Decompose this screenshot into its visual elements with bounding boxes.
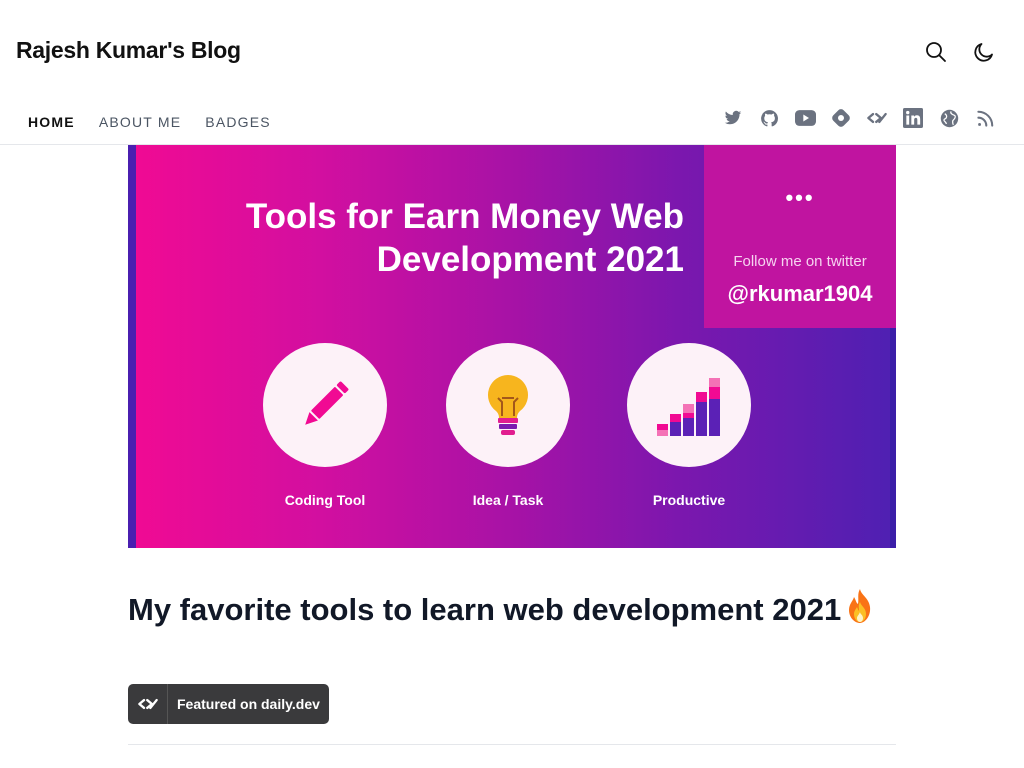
site-header: Rajesh Kumar's Blog HOME ABOUT ME BADGES: [0, 0, 1024, 145]
main-nav: HOME ABOUT ME BADGES: [28, 114, 271, 130]
productive-circle: [627, 343, 751, 467]
pencil-icon: [305, 381, 349, 425]
coding-tool-label: Coding Tool: [284, 492, 366, 508]
badge-label: Featured on daily.dev: [177, 696, 320, 712]
cover-title-line-1: Tools for Earn Money Web: [245, 197, 684, 236]
divider: [128, 744, 896, 745]
theme-toggle-button[interactable]: [966, 34, 1002, 70]
dailydev-icon: [867, 112, 887, 124]
github-icon: [760, 109, 778, 126]
follow-text: Follow me on twitter: [733, 253, 867, 270]
bar-growth-icon: [657, 378, 720, 436]
twitter-callout: ••• Follow me on twitter @rkumar1904: [704, 145, 896, 328]
search-button[interactable]: [918, 34, 954, 70]
rss-icon: [976, 110, 993, 127]
social-links: [722, 107, 996, 129]
post-title-text: My favorite tools to learn web developme…: [128, 592, 842, 627]
youtube-link[interactable]: [794, 107, 816, 129]
search-icon: [926, 42, 946, 62]
nav-item-home[interactable]: HOME: [28, 114, 75, 130]
post-title: My favorite tools to learn web developme…: [128, 588, 896, 629]
hashnode-link[interactable]: [830, 107, 852, 129]
cover-title-line-2: Development 2021: [376, 240, 684, 279]
cover-edge: [128, 145, 136, 548]
twitter-link[interactable]: [722, 107, 744, 129]
badge-icon-box: [128, 684, 168, 724]
nav-item-about-me[interactable]: ABOUT ME: [99, 114, 181, 130]
coding-tool-circle: [263, 343, 387, 467]
idea-task-circle: [446, 343, 570, 467]
productive-label: Productive: [652, 492, 726, 508]
twitter-icon: [724, 110, 742, 125]
dailydev-link[interactable]: [866, 107, 888, 129]
dailydev-icon: [137, 698, 158, 710]
idea-task-label: Idea / Task: [472, 492, 544, 508]
github-link[interactable]: [758, 107, 780, 129]
twitter-handle: @rkumar1904: [727, 281, 873, 306]
linkedin-icon: [903, 108, 923, 128]
cover-image: Tools for Earn Money Web Development 202…: [128, 145, 896, 548]
youtube-icon: [794, 110, 816, 126]
moon-icon: [974, 43, 993, 62]
cover-title: Tools for Earn Money Web Development 202…: [246, 195, 684, 281]
nav-item-badges[interactable]: BADGES: [205, 114, 271, 130]
website-link[interactable]: [938, 107, 960, 129]
lightbulb-icon: [488, 375, 528, 435]
linkedin-link[interactable]: [902, 107, 924, 129]
more-dots-icon: •••: [785, 185, 815, 210]
featured-dailydev-badge[interactable]: Featured on daily.dev: [128, 684, 329, 724]
fire-icon: [849, 589, 871, 623]
blog-title[interactable]: Rajesh Kumar's Blog: [16, 37, 241, 64]
globe-icon: [940, 109, 958, 127]
rss-link[interactable]: [974, 107, 996, 129]
hashnode-icon: [832, 109, 850, 127]
